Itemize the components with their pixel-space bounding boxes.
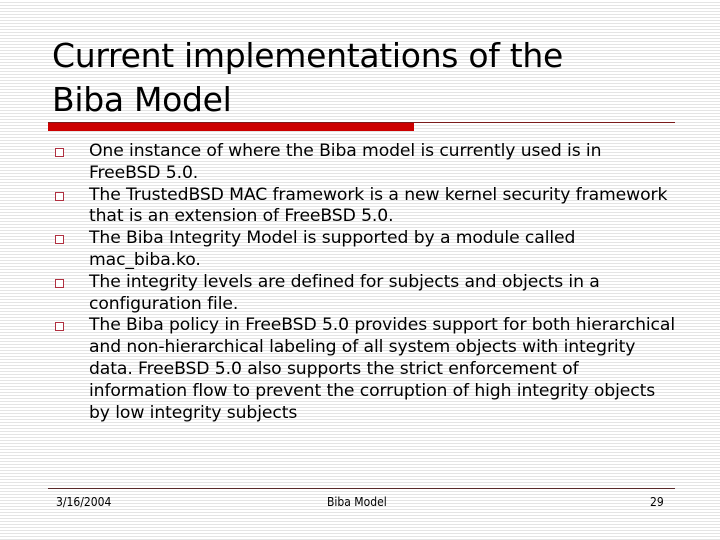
bullet-text: The TrustedBSD MAC framework is a new ke… (89, 184, 668, 227)
bullet-item: The integrity levels are defined for sub… (48, 272, 678, 316)
bullet-item: One instance of where the Biba model is … (48, 141, 678, 185)
footer-page-number: 29 (650, 495, 664, 509)
bullet-text: One instance of where the Biba model is … (89, 141, 602, 183)
square-bullet-icon (55, 191, 64, 201)
bullet-text: The Biba policy in FreeBSD 5.0 provides … (89, 315, 676, 423)
bullet-text: The integrity levels are defined for sub… (89, 271, 600, 314)
bullet-item: The TrustedBSD MAC framework is a new ke… (48, 185, 678, 229)
footer-date: 3/16/2004 (56, 495, 112, 509)
footer-title: Biba Model (327, 495, 387, 509)
bullet-item: The Biba Integrity Model is supported by… (48, 228, 678, 272)
bullet-list: One instance of where the Biba model is … (48, 141, 678, 424)
slide-title: Current implementations of the Biba Mode… (52, 34, 563, 122)
bullet-item: The Biba policy in FreeBSD 5.0 provides … (48, 315, 678, 424)
square-bullet-icon (55, 148, 64, 157)
slide-title-line1: Current implementations of the (52, 36, 564, 75)
square-bullet-icon (55, 278, 64, 288)
square-bullet-icon (55, 235, 64, 245)
footer-rule (48, 488, 675, 489)
title-accent-bar (48, 123, 414, 131)
slide-title-line2: Biba Model (52, 80, 232, 119)
bullet-text: The Biba Integrity Model is supported by… (89, 228, 576, 270)
square-bullet-icon (55, 322, 64, 332)
